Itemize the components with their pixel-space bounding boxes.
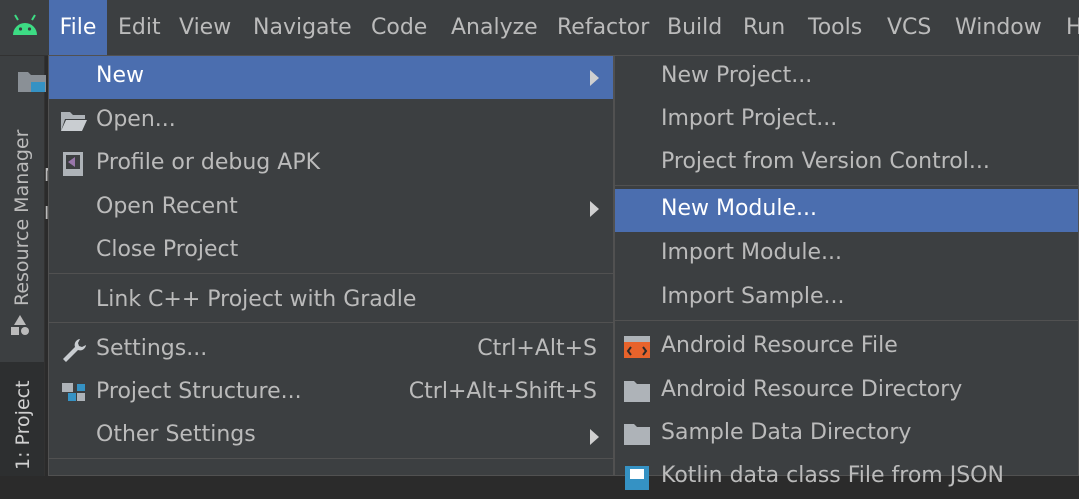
menu-edit[interactable]: Edit bbox=[118, 0, 161, 55]
file-menu: New Open... Profile or debug APK Open Re… bbox=[48, 55, 614, 476]
menu-code[interactable]: Code bbox=[371, 0, 427, 55]
menu-item-import-project[interactable]: Import Project... bbox=[615, 99, 1078, 142]
menu-refactor[interactable]: Refactor bbox=[557, 0, 649, 55]
menu-item-label: New Project... bbox=[661, 63, 813, 88]
menu-item-label: New Module... bbox=[661, 196, 817, 221]
menu-build[interactable]: Build bbox=[667, 0, 722, 55]
menu-vcs[interactable]: VCS bbox=[887, 0, 931, 55]
menu-item-profile-debug-apk[interactable]: Profile or debug APK bbox=[49, 143, 613, 186]
menu-item-label: Sample Data Directory bbox=[661, 420, 912, 445]
menu-item-open-recent[interactable]: Open Recent bbox=[49, 187, 613, 230]
menu-separator bbox=[615, 320, 1078, 321]
json-kotlin-icon bbox=[625, 466, 649, 490]
menu-item-kotlin-data-class-json[interactable]: Kotlin data class File from JSON bbox=[615, 456, 1078, 499]
menu-navigate[interactable]: Navigate bbox=[253, 0, 352, 55]
menu-bar: File Edit View Navigate Code Analyze Ref… bbox=[0, 0, 1079, 56]
menu-item-label: Open... bbox=[96, 107, 176, 132]
menu-item-sample-data-directory[interactable]: Sample Data Directory bbox=[615, 413, 1078, 456]
project-tab-label: 1: Project bbox=[12, 380, 34, 470]
folder-icon bbox=[624, 381, 650, 402]
submenu-arrow-icon bbox=[590, 201, 599, 217]
menu-item-link-cpp-gradle[interactable]: Link C++ Project with Gradle bbox=[49, 280, 613, 323]
menu-item-import-module[interactable]: Import Module... bbox=[615, 233, 1078, 276]
menu-item-new-project[interactable]: New Project... bbox=[615, 56, 1078, 99]
menu-item-other-settings[interactable]: Other Settings bbox=[49, 415, 613, 458]
menu-analyze[interactable]: Analyze bbox=[451, 0, 538, 55]
wrench-icon bbox=[63, 339, 86, 362]
menu-item-android-resource-directory[interactable]: Android Resource Directory bbox=[615, 370, 1078, 413]
menu-file[interactable]: File bbox=[49, 0, 107, 55]
apk-icon bbox=[63, 152, 83, 176]
menu-item-label: Profile or debug APK bbox=[96, 150, 321, 175]
menu-item-project-from-vcs[interactable]: Project from Version Control... bbox=[615, 142, 1078, 185]
menu-run[interactable]: Run bbox=[743, 0, 785, 55]
menu-view[interactable]: View bbox=[179, 0, 231, 55]
menu-item-label: Android Resource File bbox=[661, 333, 898, 358]
tab-resource-manager[interactable]: Resource Manager bbox=[0, 130, 44, 396]
menu-help[interactable]: H bbox=[1066, 0, 1079, 55]
menu-item-android-resource-file[interactable]: Android Resource File bbox=[615, 326, 1078, 369]
menu-item-label: Android Resource Directory bbox=[661, 377, 963, 402]
menu-item-settings[interactable]: Settings... Ctrl+Alt+S bbox=[49, 329, 613, 372]
resource-manager-label: Resource Manager bbox=[11, 129, 33, 306]
menu-separator bbox=[49, 458, 613, 459]
menu-item-label: New bbox=[96, 63, 144, 88]
menu-item-shortcut: Ctrl+Alt+S bbox=[477, 336, 597, 361]
project-structure-icon bbox=[62, 383, 85, 401]
menu-item-import-sample[interactable]: Import Sample... bbox=[615, 277, 1078, 320]
menu-item-label: Close Project bbox=[96, 237, 239, 262]
menu-item-label: Settings... bbox=[96, 336, 208, 361]
folder-toolbar-icon[interactable] bbox=[17, 68, 47, 94]
tab-project[interactable]: 1: Project bbox=[0, 362, 44, 476]
menu-item-project-structure[interactable]: Project Structure... Ctrl+Alt+Shift+S bbox=[49, 372, 613, 415]
new-submenu: New Project... Import Project... Project… bbox=[614, 55, 1079, 490]
menu-window[interactable]: Window bbox=[955, 0, 1042, 55]
menu-separator bbox=[615, 185, 1078, 186]
folder-open-icon bbox=[61, 112, 87, 131]
folder-icon bbox=[624, 424, 650, 445]
resource-manager-icon bbox=[11, 315, 29, 335]
menu-item-new-module[interactable]: New Module... bbox=[615, 189, 1078, 232]
menu-tools[interactable]: Tools bbox=[808, 0, 862, 55]
submenu-arrow-icon bbox=[590, 429, 599, 445]
menu-item-label: Project Structure... bbox=[96, 379, 302, 404]
android-resource-file-icon bbox=[624, 336, 650, 358]
menu-item-new[interactable]: New bbox=[49, 56, 613, 99]
menu-item-label: Import Sample... bbox=[661, 284, 845, 309]
android-logo-icon[interactable] bbox=[10, 13, 40, 41]
menu-item-close-project[interactable]: Close Project bbox=[49, 230, 613, 273]
menu-item-open[interactable]: Open... bbox=[49, 100, 613, 143]
menu-item-label: Import Module... bbox=[661, 240, 842, 265]
menu-item-label: Link C++ Project with Gradle bbox=[96, 287, 417, 312]
submenu-arrow-icon bbox=[590, 70, 599, 86]
menu-separator bbox=[49, 273, 613, 274]
menu-item-label: Open Recent bbox=[96, 194, 238, 219]
menu-item-label: Import Project... bbox=[661, 106, 838, 131]
menu-item-label: Project from Version Control... bbox=[661, 149, 990, 174]
menu-item-shortcut: Ctrl+Alt+Shift+S bbox=[408, 379, 597, 404]
menu-item-label: Other Settings bbox=[96, 422, 256, 447]
menu-separator bbox=[49, 322, 613, 323]
tool-window-strip: Resource Manager 1: Project bbox=[0, 56, 45, 476]
